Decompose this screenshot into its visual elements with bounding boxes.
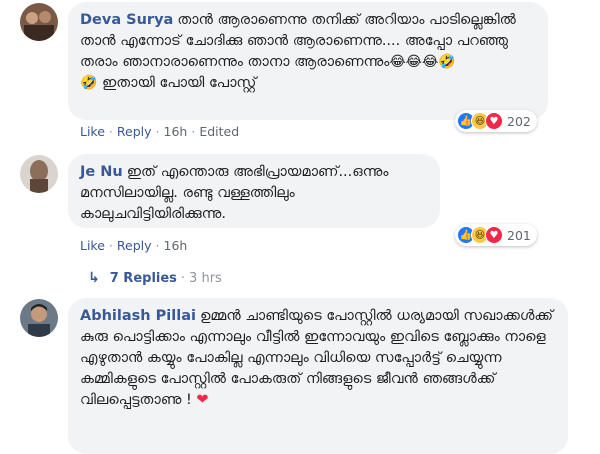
reply-link[interactable]: Reply: [117, 124, 152, 139]
comment-bubble: Deva Surya താൻ ആരാണെന്നു തനിക്ക് അറിയാം പ…: [68, 2, 548, 120]
reply-arrow-icon: ↳: [88, 270, 100, 286]
view-replies-link[interactable]: ↳ 7 Replies · 3 hrs: [88, 270, 222, 286]
comment-author[interactable]: Abhilash Pillai: [80, 308, 196, 324]
avatar-deva-surya[interactable]: [20, 3, 58, 41]
reactions-summary[interactable]: 👍 😆 ♥ 202: [455, 110, 537, 132]
comment-body: ഇത് എന്തൊരു അഭിപ്രായമാണ്...ഒന്നും മനസിലാ…: [80, 164, 389, 222]
comment-actions: Like · Reply · 16h: [80, 238, 188, 253]
replies-separator: ·: [180, 270, 186, 286]
reaction-count: 202: [507, 113, 531, 129]
reactions-summary[interactable]: 👍 😆 ♥ 201: [455, 224, 537, 246]
comment-author[interactable]: Deva Surya: [80, 12, 173, 28]
avatar-abhilash-pillai[interactable]: [20, 299, 58, 337]
comment-text: Je Nu ഇത് എന്തൊരു അഭിപ്രായമാണ്...ഒന്നും മ…: [80, 162, 428, 225]
replies-count[interactable]: 7 Replies: [110, 271, 177, 286]
comment-actions: Like · Reply · 16h · Edited: [80, 124, 240, 139]
rofl-emoji: 🤣: [80, 75, 98, 91]
replies-time: 3 hrs: [189, 270, 222, 286]
like-link[interactable]: Like: [80, 238, 105, 253]
reply-link[interactable]: Reply: [117, 238, 152, 253]
reaction-count: 201: [507, 227, 531, 243]
love-reaction-icon: ♥: [485, 112, 503, 130]
heart-emoji: ❤: [196, 392, 209, 408]
love-reaction-icon: ♥: [485, 226, 503, 244]
comment-body-tail: ഇതായി പോയി പോസ്റ്റ്: [102, 75, 257, 91]
comment-author[interactable]: Je Nu: [80, 164, 123, 180]
emoji-group: 😂😂😂🤣: [389, 54, 456, 70]
like-link[interactable]: Like: [80, 124, 105, 139]
comment-time[interactable]: 16h: [164, 238, 188, 253]
comment-text: Abhilash Pillai ഉമ്മൻ ചാണ്ടിയുടെ പോസ്റ്റി…: [80, 306, 556, 411]
comment-bubble: Je Nu ഇത് എന്തൊരു അഭിപ്രായമാണ്...ഒന്നും മ…: [68, 154, 440, 228]
comment-text: Deva Surya താൻ ആരാണെന്നു തനിക്ക് അറിയാം പ…: [80, 10, 536, 94]
comment-bubble: Abhilash Pillai ഉമ്മൻ ചാണ്ടിയുടെ പോസ്റ്റി…: [68, 298, 568, 454]
comment-time[interactable]: 16h: [164, 124, 188, 139]
avatar-je-nu[interactable]: [20, 155, 58, 193]
edited-label[interactable]: Edited: [199, 124, 239, 139]
